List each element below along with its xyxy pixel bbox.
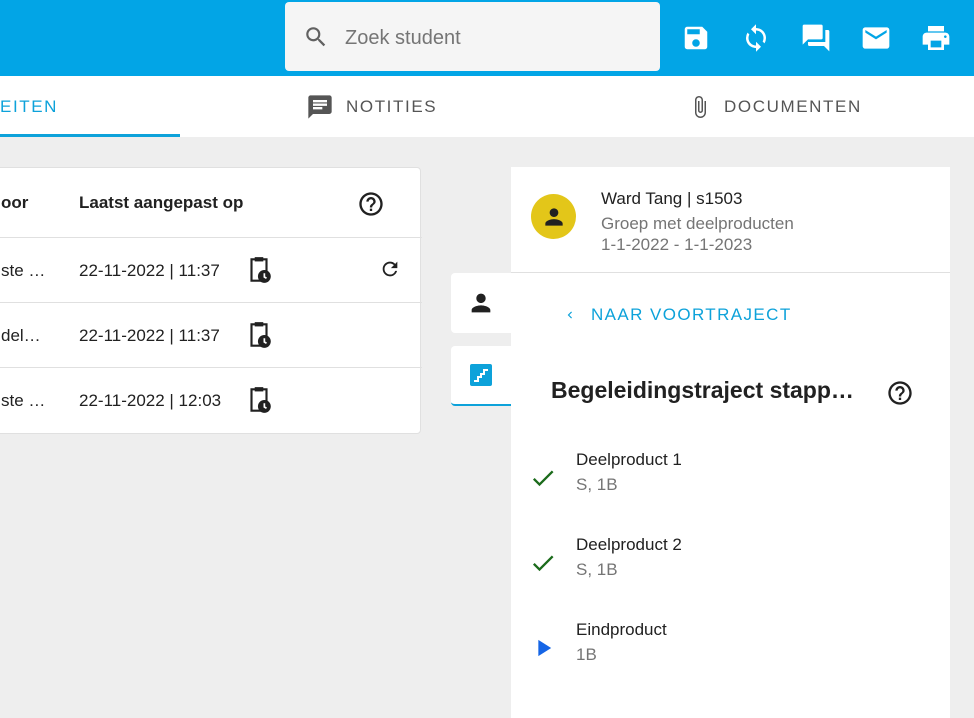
save-icon	[684, 26, 708, 50]
paperclip-icon	[688, 92, 712, 122]
sync-icon	[746, 24, 766, 52]
step-title: Deelproduct 1	[576, 450, 682, 469]
tab-label: NOTITIES	[346, 96, 438, 116]
tab-label: DOCUMENTEN	[724, 96, 862, 116]
step-item[interactable]: Deelproduct 2 S, 1B	[511, 535, 950, 595]
save-button[interactable]	[678, 20, 714, 56]
tab-documenten[interactable]: DOCUMENTEN	[688, 76, 862, 137]
side-tab-person[interactable]	[451, 273, 511, 333]
column-header-modified: Laatst aangepast op	[79, 193, 244, 212]
student-header: Ward Tang | s1503 Groep met deelproducte…	[511, 167, 950, 273]
tab-notities[interactable]: NOTITIES	[306, 76, 437, 137]
cell-modified: 22-11-2022 | 11:37	[79, 261, 220, 280]
print-icon	[922, 26, 950, 50]
panel-title: Begeleidingstraject stapp…	[551, 377, 854, 403]
clipboard-clock-icon	[246, 255, 272, 290]
tab-bar: EITEN NOTITIES DOCUMENTEN	[0, 76, 974, 137]
student-group: Groep met deelproducten	[601, 214, 794, 233]
tab-activiteiten[interactable]: EITEN	[0, 76, 58, 137]
sync-button[interactable]	[738, 20, 774, 56]
search-icon	[303, 24, 329, 55]
table-row[interactable]: ste … 22-11-2022 | 12:03	[0, 368, 422, 433]
print-button[interactable]	[918, 20, 954, 56]
clipboard-clock-icon	[246, 385, 272, 420]
help-icon[interactable]	[886, 379, 914, 412]
person-icon	[544, 207, 563, 226]
notes-icon	[306, 93, 334, 121]
student-name: Ward Tang | s1503	[601, 189, 743, 208]
step-subtitle: 1B	[576, 645, 597, 664]
cell-truncated: ste …	[1, 261, 46, 280]
tab-label: EITEN	[0, 96, 59, 116]
student-period: 1-1-2022 - 1-1-2023	[601, 235, 753, 254]
play-icon	[529, 634, 557, 667]
step-item[interactable]: Eindproduct 1B	[511, 620, 950, 680]
mail-button[interactable]	[858, 20, 894, 56]
step-title: Deelproduct 2	[576, 535, 682, 554]
back-to-voortraject-link[interactable]: NAAR VOORTRAJECT	[563, 305, 792, 325]
clipboard-clock-icon	[246, 320, 272, 355]
chat-button[interactable]	[798, 20, 834, 56]
chevron-left-icon	[563, 308, 577, 322]
activities-table: oor Laatst aangepast op ste … 22-11-2022…	[0, 167, 422, 434]
side-tab-trajectory[interactable]	[451, 346, 511, 406]
search-input[interactable]	[345, 20, 645, 56]
search-box[interactable]	[285, 2, 660, 71]
step-title: Eindproduct	[576, 620, 667, 639]
step-subtitle: S, 1B	[576, 475, 618, 494]
help-icon[interactable]	[357, 190, 385, 223]
active-tab-indicator	[0, 134, 180, 137]
cell-modified: 22-11-2022 | 12:03	[79, 391, 222, 410]
check-icon	[529, 464, 557, 497]
step-item[interactable]: Deelproduct 1 S, 1B	[511, 450, 950, 510]
chat-icon	[802, 24, 830, 52]
mail-icon	[862, 27, 890, 49]
cell-truncated: del…	[1, 326, 41, 345]
avatar	[531, 194, 576, 239]
cell-truncated: ste …	[1, 391, 46, 410]
column-header: oor	[1, 193, 29, 212]
step-subtitle: S, 1B	[576, 560, 618, 579]
check-icon	[529, 549, 557, 582]
trajectory-panel: Ward Tang | s1503 Groep met deelproducte…	[511, 167, 950, 718]
person-icon	[471, 293, 491, 313]
back-link-label: NAAR VOORTRAJECT	[591, 305, 792, 324]
stairs-icon	[470, 364, 492, 386]
app-header	[0, 0, 974, 76]
cell-modified: 22-11-2022 | 11:37	[79, 326, 220, 345]
table-row[interactable]: ste … 22-11-2022 | 11:37	[0, 238, 422, 303]
table-header: oor Laatst aangepast op	[0, 168, 422, 238]
table-row[interactable]: del… 22-11-2022 | 11:37	[0, 303, 422, 368]
refresh-icon[interactable]	[379, 258, 401, 285]
